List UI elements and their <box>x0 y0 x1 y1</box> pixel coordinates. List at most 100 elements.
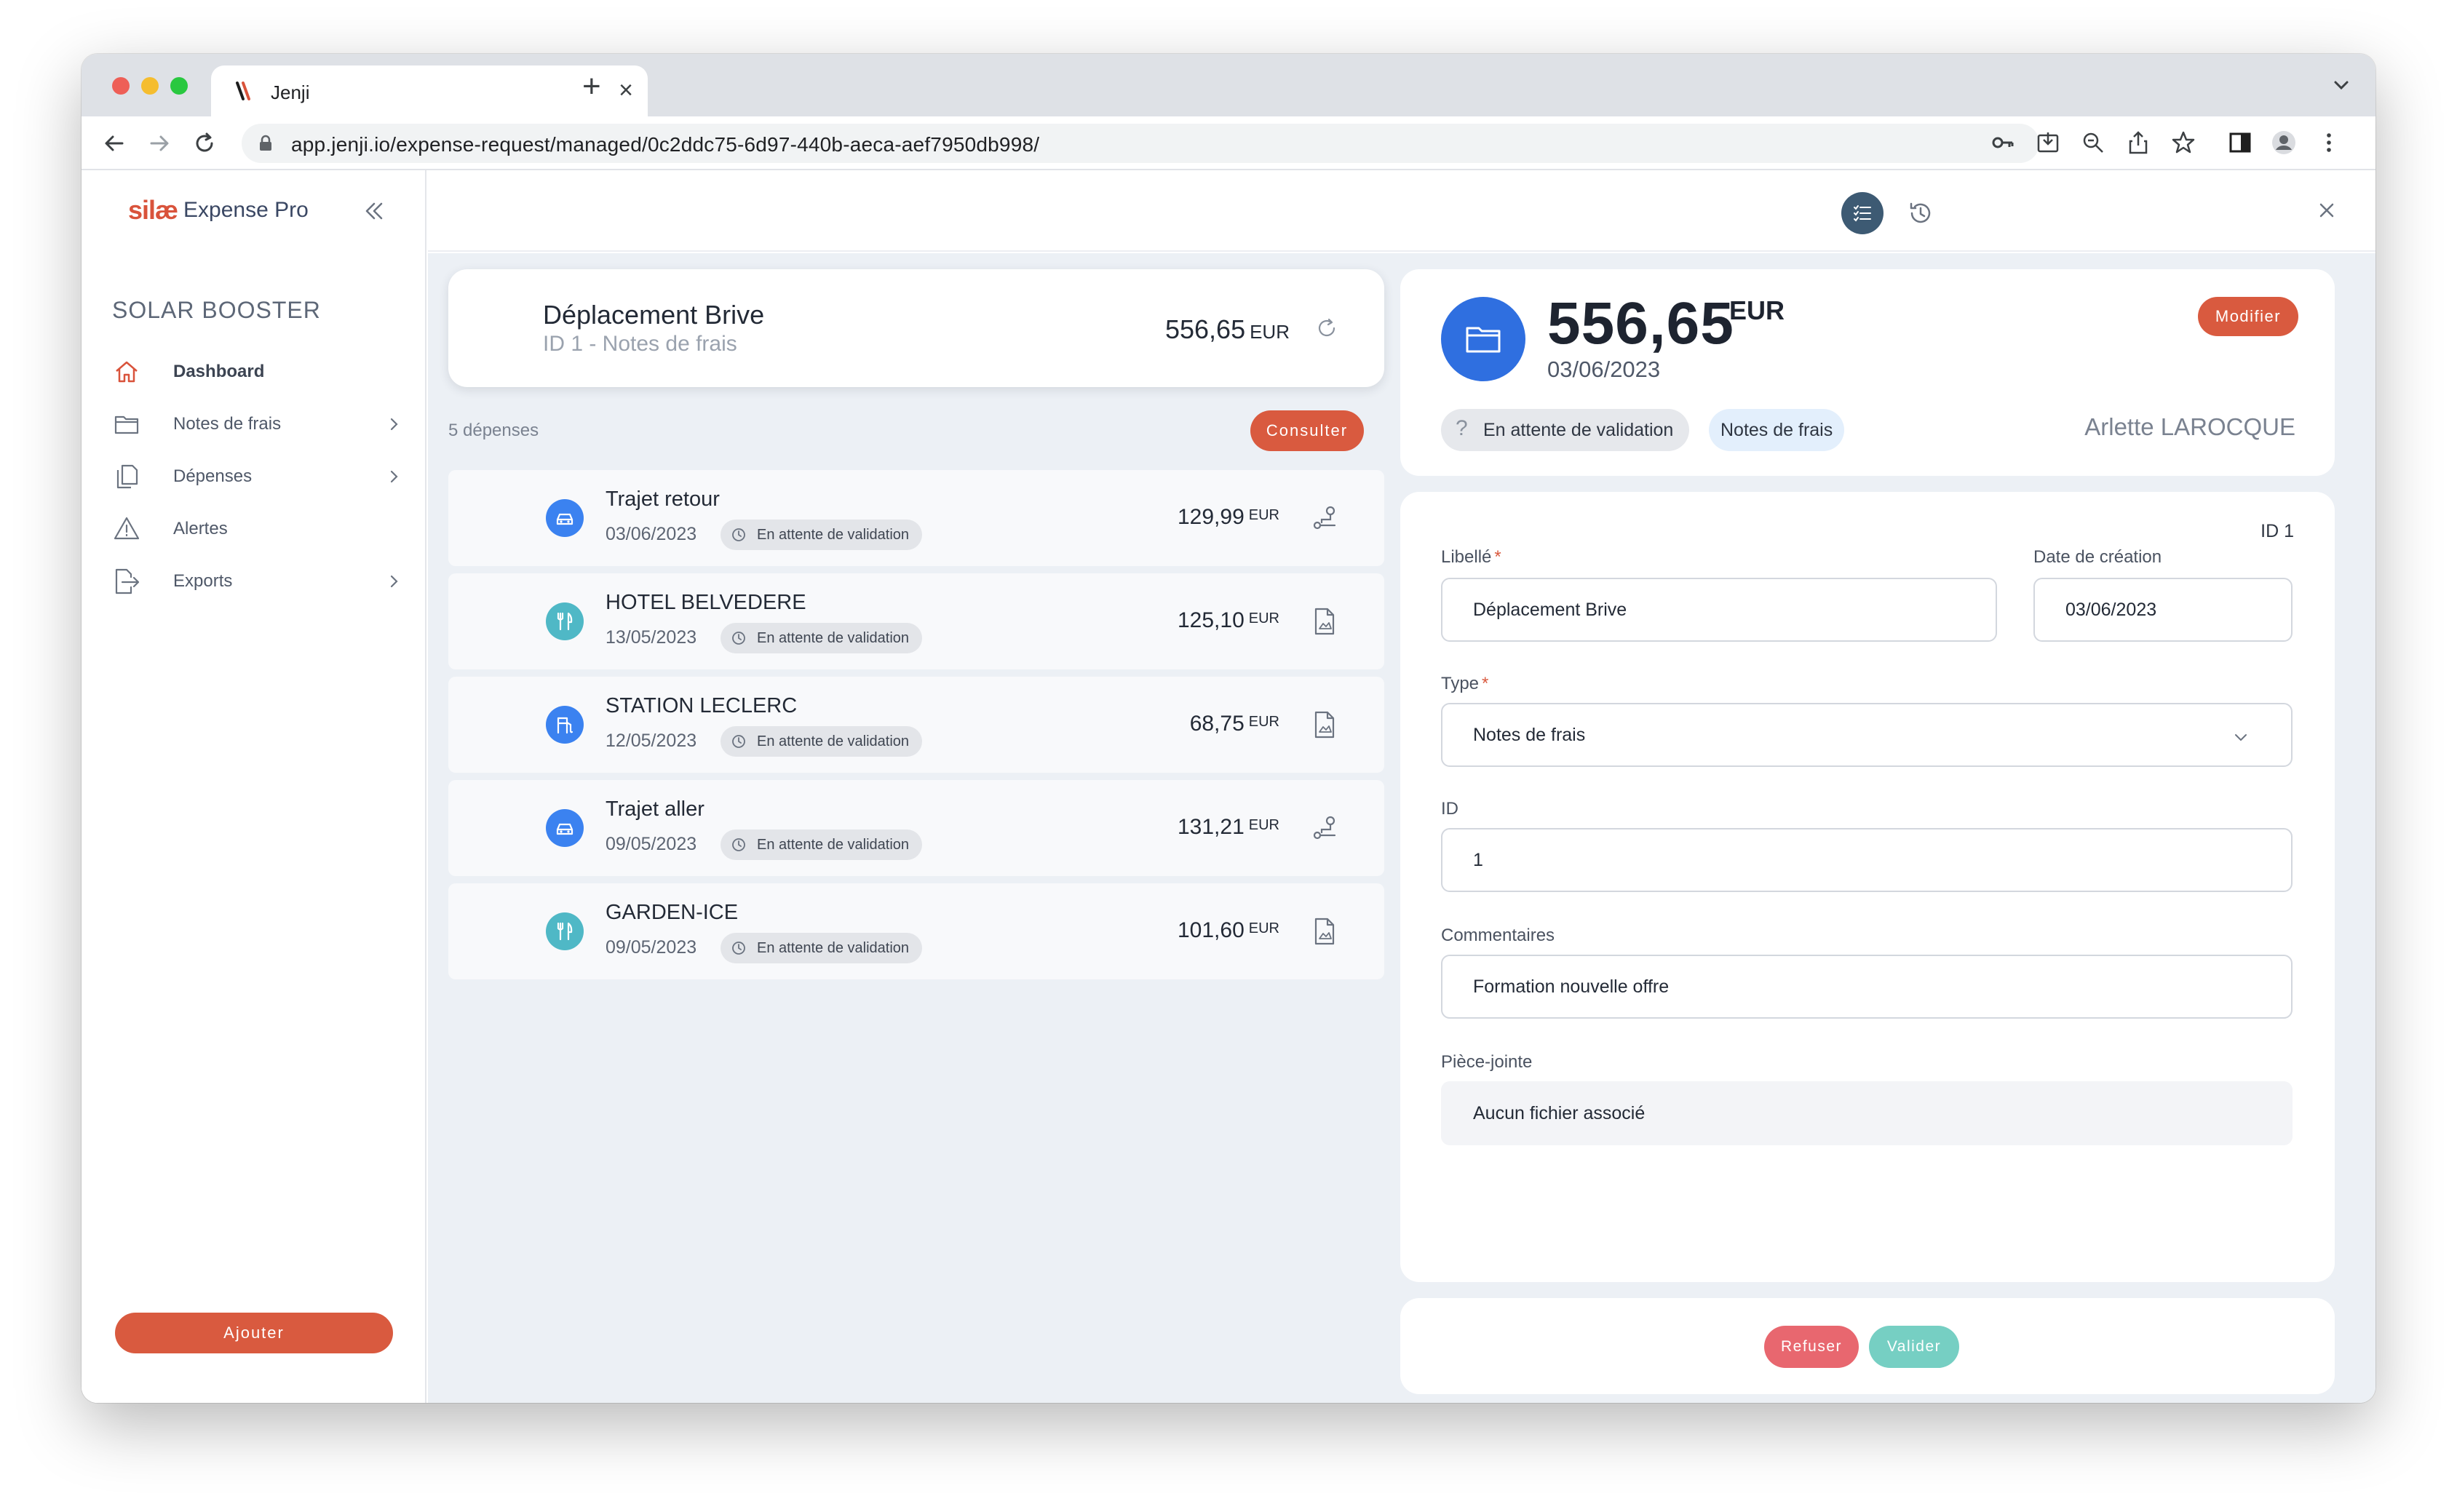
sidebar-item-exports[interactable]: Exports <box>112 563 403 600</box>
silae-expense-pro-logo: silæ Expense Pro <box>127 192 309 228</box>
expense-amount: 131,21 EUR <box>1178 815 1279 840</box>
bookmark-star-icon[interactable] <box>2170 130 2196 156</box>
profile-avatar-icon[interactable] <box>2271 130 2297 156</box>
expense-row[interactable]: STATION LECLERC 12/05/2023 En attente de… <box>448 677 1384 773</box>
url-text: app.jenji.io/expense-request/managed/0c2… <box>291 133 1040 156</box>
close-window-button[interactable] <box>112 77 130 95</box>
report-amount: 556,65 EUR <box>1165 314 1290 345</box>
tab-search-chevron-icon[interactable] <box>2329 73 2354 98</box>
chevron-right-icon <box>390 418 398 431</box>
type-select[interactable]: Notes de frais <box>1441 703 2293 767</box>
documents-icon <box>116 464 138 489</box>
minimize-window-button[interactable] <box>141 77 159 95</box>
sidebar-item-notes-de-frais[interactable]: Notes de frais <box>112 406 403 442</box>
expense-currency: EUR <box>1248 714 1279 730</box>
history-icon[interactable] <box>1907 199 1934 227</box>
logo-brand: silæ <box>128 195 178 225</box>
expense-row[interactable]: Trajet retour 03/06/2023 En attente de v… <box>448 470 1384 566</box>
type-label: Type * <box>1441 674 1488 694</box>
expense-amount: 129,99 EUR <box>1178 505 1279 530</box>
libelle-field[interactable]: Déplacement Brive <box>1441 578 1997 642</box>
chevron-down-icon <box>2235 734 2247 741</box>
question-icon: ? <box>1456 416 1468 440</box>
refuse-button[interactable]: Refuser <box>1764 1326 1859 1368</box>
side-panel-icon[interactable] <box>2227 130 2253 156</box>
status-badge: En attente de validation <box>721 829 923 860</box>
zoom-icon[interactable] <box>2080 130 2106 156</box>
sidebar: silæ Expense Pro SOLAR BOOSTER Dashboard… <box>82 170 426 1403</box>
chevron-right-icon <box>390 470 398 483</box>
attachment-value: Aucun fichier associé <box>1473 1102 1646 1123</box>
install-app-icon[interactable] <box>2035 130 2061 156</box>
expense-date: 12/05/2023 <box>606 731 697 751</box>
receipt-icon[interactable] <box>1309 915 1341 947</box>
close-icon[interactable] <box>2316 199 2338 221</box>
status-badge: En attente de validation <box>721 623 923 653</box>
receipt-icon[interactable] <box>1309 709 1341 741</box>
required-mark: * <box>1482 674 1489 693</box>
sidebar-item-depenses[interactable]: Dépenses <box>112 458 403 495</box>
clock-icon <box>732 528 745 541</box>
expense-row[interactable]: Trajet aller 09/05/2023 En attente de va… <box>448 780 1384 876</box>
detail-form-card: ID 1 Libellé * Déplacement Brive Date de … <box>1400 492 2335 1282</box>
status-text: En attente de validation <box>757 836 910 853</box>
checklist-view-button[interactable] <box>1841 192 1884 234</box>
forward-arrow-icon[interactable] <box>146 130 173 157</box>
expense-amount-value: 129,99 <box>1178 505 1245 529</box>
clock-icon <box>732 632 745 645</box>
share-icon[interactable] <box>2125 130 2151 156</box>
validate-button[interactable]: Valider <box>1869 1326 1959 1368</box>
id-field[interactable]: 1 <box>1441 828 2293 892</box>
add-button[interactable]: Ajouter <box>115 1313 393 1353</box>
tab-close-icon[interactable]: × <box>619 76 633 105</box>
reload-icon[interactable] <box>191 130 218 157</box>
checklist-icon <box>1854 205 1871 222</box>
owner-name: Arlette LAROCQUE <box>2084 413 2295 440</box>
refresh-icon[interactable] <box>1314 316 1339 341</box>
sidebar-item-label: Alertes <box>173 519 228 538</box>
browser-tabbar: Jenji × + <box>82 54 2375 116</box>
expenses-count: 5 dépenses <box>448 421 539 440</box>
folder-badge <box>1441 297 1525 381</box>
type-label-text: Type <box>1441 674 1480 693</box>
attachment-field[interactable]: Aucun fichier associé <box>1441 1081 2293 1145</box>
expense-date: 09/05/2023 <box>606 937 697 958</box>
key-icon[interactable] <box>1990 130 2016 156</box>
expense-date: 13/05/2023 <box>606 627 697 648</box>
sidebar-item-alertes[interactable]: Alertes <box>112 511 403 547</box>
required-mark: * <box>1494 547 1501 567</box>
home-icon <box>116 361 138 383</box>
lock-icon <box>260 135 271 151</box>
comments-field[interactable]: Formation nouvelle offre <box>1441 955 2293 1019</box>
type-tag: Notes de frais <box>1709 409 1845 451</box>
chevron-right-icon <box>390 575 398 588</box>
route-icon[interactable] <box>1309 502 1341 534</box>
maximize-window-button[interactable] <box>170 77 188 95</box>
expense-row[interactable]: GARDEN-ICE 09/05/2023 En attente de vali… <box>448 883 1384 979</box>
date-field[interactable]: 03/06/2023 <box>2033 578 2293 642</box>
expense-amount-value: 131,21 <box>1178 815 1245 839</box>
back-arrow-icon[interactable] <box>100 130 128 157</box>
collapse-sidebar-icon[interactable] <box>361 198 387 224</box>
expense-title: Trajet aller <box>606 797 704 821</box>
sidebar-item-label: Dashboard <box>173 362 265 381</box>
status-text: En attente de validation <box>757 526 910 543</box>
car-icon <box>546 499 584 537</box>
expense-amount: 68,75 EUR <box>1190 712 1279 736</box>
detail-header-card: 556,65 EUR 03/06/2023 Modifier ? En atte… <box>1400 269 2335 476</box>
expense-amount: 101,60 EUR <box>1178 918 1279 943</box>
route-icon[interactable] <box>1309 812 1341 844</box>
url-bar[interactable]: app.jenji.io/expense-request/managed/0c2… <box>242 124 2039 163</box>
export-icon <box>115 568 140 594</box>
expense-date: 03/06/2023 <box>606 524 697 544</box>
modify-button[interactable]: Modifier <box>2198 297 2298 336</box>
expense-row[interactable]: HOTEL BELVEDERE 13/05/2023 En attente de… <box>448 573 1384 669</box>
chrome-menu-icon[interactable] <box>2316 130 2342 156</box>
new-tab-button[interactable]: + <box>582 70 601 103</box>
sidebar-item-dashboard[interactable]: Dashboard <box>112 354 403 390</box>
receipt-icon[interactable] <box>1309 605 1341 637</box>
expense-amount-value: 125,10 <box>1178 608 1245 632</box>
report-summary-card: Déplacement Brive ID 1 - Notes de frais … <box>448 269 1384 387</box>
consult-button[interactable]: Consulter <box>1250 410 1364 451</box>
status-text: En attente de validation <box>757 733 910 749</box>
